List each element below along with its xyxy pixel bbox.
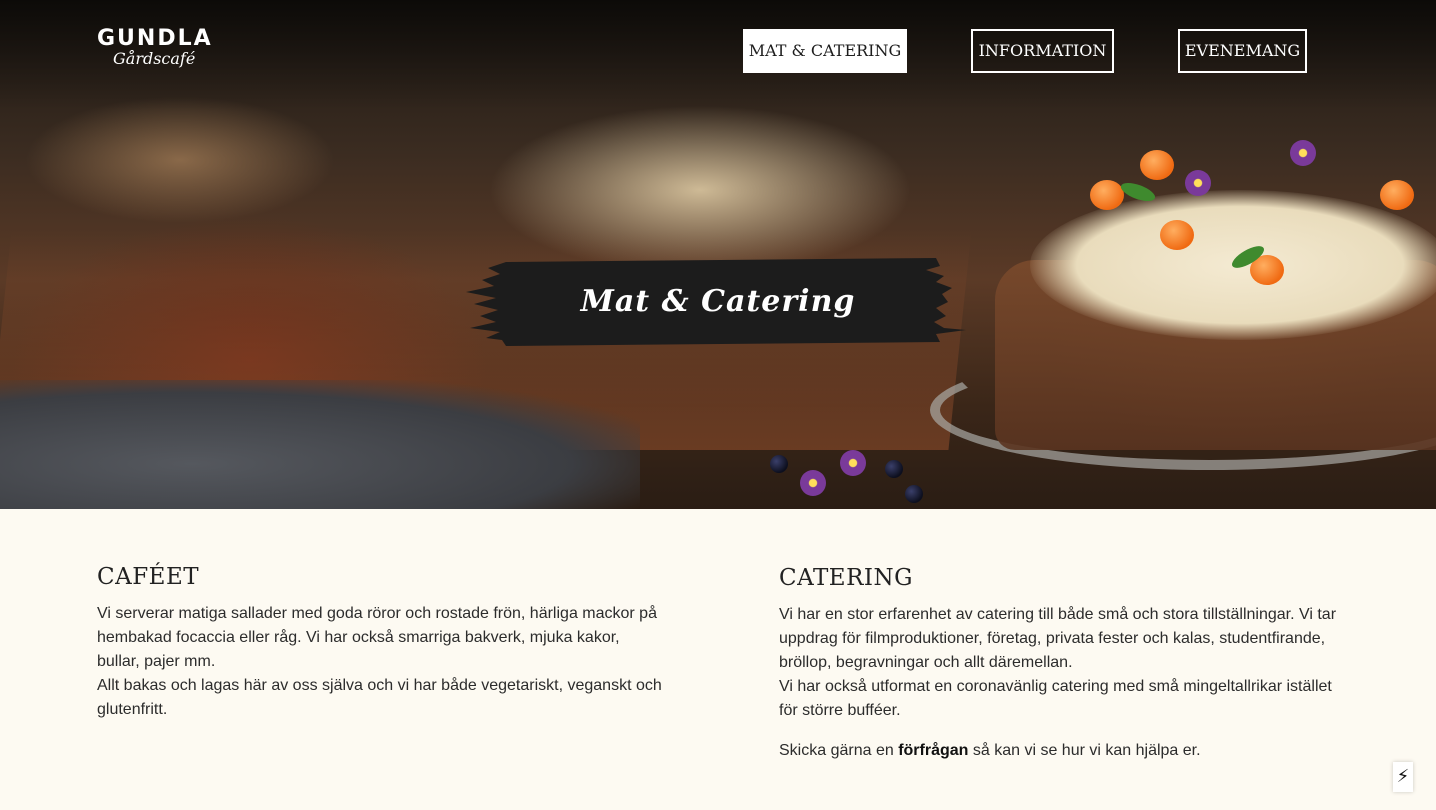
pansy-flower xyxy=(1290,140,1316,166)
lightning-bolt-icon[interactable]: ⚡ xyxy=(1393,762,1413,792)
carrot-decoration xyxy=(1140,150,1174,180)
cafe-text-2: Allt bakas och lagas här av oss själva o… xyxy=(97,677,662,718)
catering-heading: CATERING xyxy=(779,565,913,591)
nav-information[interactable]: INFORMATION xyxy=(971,29,1114,73)
nav-mat-catering[interactable]: MAT & CATERING xyxy=(743,29,907,73)
logo-tagline: Gårdscafé xyxy=(113,49,196,68)
logo-wordmark: GUNDLA xyxy=(97,26,213,51)
request-link[interactable]: förfrågan xyxy=(898,742,968,759)
blueberry xyxy=(885,460,903,478)
catering-text-2: Vi har också utformat en coronavänlig ca… xyxy=(779,678,1332,719)
pansy-flower xyxy=(800,470,826,496)
catering-section: CATERING Vi har en stor erfarenhet av ca… xyxy=(779,565,1339,763)
cta-text-before: Skicka gärna en xyxy=(779,742,899,759)
cafe-text-1: Vi serverar matiga sallader med goda rör… xyxy=(97,605,657,670)
catering-text-1: Vi har en stor erfarenhet av catering ti… xyxy=(779,606,1337,671)
cafe-heading: CAFÉET xyxy=(97,564,200,590)
linen-cloth xyxy=(0,380,640,509)
blueberry xyxy=(770,455,788,473)
hero-title: Mat & Catering xyxy=(580,284,856,319)
blueberry xyxy=(905,485,923,503)
cafe-section: CAFÉET Vi serverar matiga sallader med g… xyxy=(97,564,662,722)
carrot-decoration xyxy=(1160,220,1194,250)
hero-title-banner: Mat & Catering xyxy=(466,258,970,348)
pansy-flower xyxy=(840,450,866,476)
carrot-decoration xyxy=(1090,180,1124,210)
catering-cta: Skicka gärna en förfrågan så kan vi se h… xyxy=(779,739,1339,763)
hero-image xyxy=(0,0,1436,509)
site-logo[interactable]: GUNDLA Gårdscafé xyxy=(97,26,213,68)
carrot-decoration xyxy=(1380,180,1414,210)
pansy-flower xyxy=(1185,170,1211,196)
cta-text-after: så kan vi se hur vi kan hjälpa er. xyxy=(968,742,1201,759)
nav-evenemang[interactable]: EVENEMANG xyxy=(1178,29,1307,73)
